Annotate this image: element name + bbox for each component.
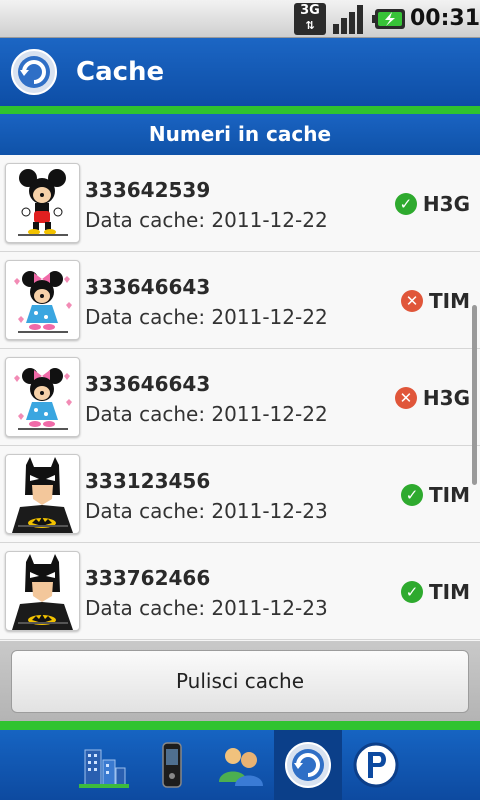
battery-icon [372, 9, 405, 29]
buildings-icon [79, 749, 129, 788]
contact-avatar [5, 260, 80, 340]
contact-avatar [5, 454, 80, 534]
phone-number: 333642539 [85, 178, 211, 202]
cache-date: Data cache: 2011-12-23 [85, 499, 328, 523]
p-logo-icon [353, 742, 399, 788]
error-icon: ✕ [401, 290, 423, 312]
clock: 00:31 [410, 6, 480, 31]
batman-avatar-icon [12, 457, 73, 533]
title-bar: Cache [0, 38, 480, 106]
carrier-label: TIM [429, 483, 470, 507]
page-title: Cache [76, 57, 165, 87]
carrier-status: ✓ TIM [401, 579, 470, 605]
carrier-status: ✕ TIM [401, 288, 470, 314]
carrier-label: TIM [429, 580, 470, 604]
action-area: Pulisci cache [0, 641, 480, 721]
list-item[interactable]: 333646643 Data cache: 2011-12-22 ✕ H3G [0, 349, 480, 446]
list-item[interactable]: 333646643 Data cache: 2011-12-22 ✕ TIM [0, 252, 480, 349]
carrier-status: ✓ H3G [394, 191, 470, 217]
carrier-label: H3G [422, 192, 470, 216]
phone-number: 333646643 [85, 372, 211, 396]
carrier-status: ✓ TIM [401, 482, 470, 508]
phone-number: 333646643 [85, 275, 211, 299]
contacts-icon [219, 748, 263, 786]
cache-icon [285, 742, 331, 788]
list-item[interactable]: 333762466 Data cache: 2011-12-23 ✓ TIM [0, 543, 480, 640]
status-bar: 3G ⇅ 00:31 [0, 0, 480, 38]
batman-avatar-icon [12, 554, 73, 630]
cache-app-icon [11, 49, 57, 95]
list-item[interactable]: 333123456 Data cache: 2011-12-23 ✓ TIM [0, 446, 480, 543]
network-type: 3G [300, 3, 320, 18]
accent-divider-bottom [0, 721, 480, 730]
cache-date: Data cache: 2011-12-22 [85, 402, 328, 426]
cache-date: Data cache: 2011-12-22 [85, 305, 328, 329]
tab-p-logo[interactable] [342, 730, 410, 800]
check-icon: ✓ [394, 193, 417, 215]
clear-cache-button[interactable]: Pulisci cache [11, 650, 469, 713]
carrier-label: TIM [429, 289, 470, 313]
minnie-avatar-icon [14, 271, 72, 330]
tab-phone[interactable] [138, 730, 206, 800]
list-item[interactable]: 333642539 Data cache: 2011-12-22 ✓ H3G [0, 155, 480, 252]
bottom-tab-bar [0, 730, 480, 800]
tab-contacts[interactable] [206, 730, 274, 800]
tab-buildings[interactable] [70, 730, 138, 800]
error-icon: ✕ [394, 387, 417, 409]
tab-cache[interactable] [274, 730, 342, 800]
accent-divider [0, 106, 480, 114]
phone-icon [162, 742, 182, 788]
mickey-avatar-icon [19, 169, 66, 235]
phone-number: 333123456 [85, 469, 211, 493]
minnie-avatar-icon [14, 368, 72, 427]
section-title: Numeri in cache [0, 114, 480, 155]
contact-avatar [5, 357, 80, 437]
carrier-status: ✕ H3G [394, 385, 470, 411]
cache-date: Data cache: 2011-12-23 [85, 596, 328, 620]
cache-date: Data cache: 2011-12-22 [85, 208, 328, 232]
phone-number: 333762466 [85, 566, 211, 590]
cache-list[interactable]: 333642539 Data cache: 2011-12-22 ✓ H3G 3… [0, 155, 480, 641]
contact-avatar [5, 551, 80, 631]
list-scrollbar[interactable] [472, 305, 477, 485]
carrier-label: H3G [422, 386, 470, 410]
check-icon: ✓ [401, 581, 423, 603]
check-icon: ✓ [401, 484, 423, 506]
network-3g-icon: 3G ⇅ [294, 3, 326, 35]
signal-icon [333, 5, 363, 34]
contact-avatar [5, 163, 80, 243]
